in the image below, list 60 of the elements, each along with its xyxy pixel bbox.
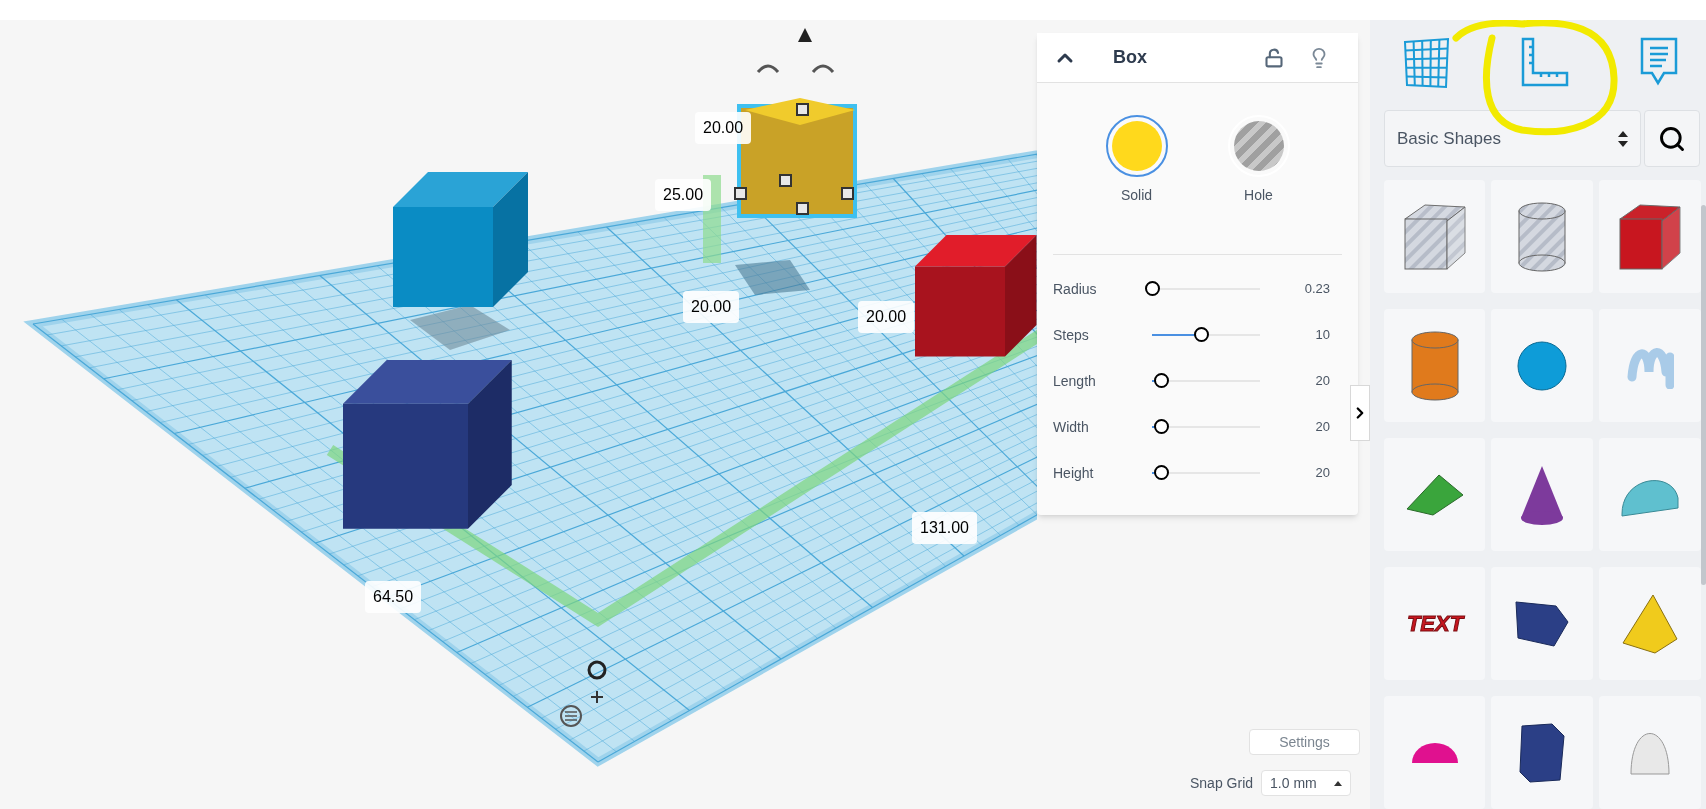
slider-value: 20 — [1314, 418, 1331, 437]
slider-label: Height — [1053, 463, 1095, 483]
snap-grid-label: Snap Grid — [1190, 773, 1254, 793]
shape-tile[interactable] — [1491, 696, 1593, 809]
dimension-label[interactable]: 20.00 — [695, 112, 752, 144]
search-icon — [1658, 124, 1686, 153]
slider-thumb[interactable] — [1153, 419, 1169, 434]
plus-icon[interactable] — [590, 690, 604, 704]
dimension-label[interactable]: 25.00 — [655, 179, 712, 211]
slider-label: Length — [1053, 371, 1097, 391]
shape-tile[interactable] — [1599, 180, 1701, 293]
scrollbar[interactable] — [1701, 205, 1706, 585]
shape-title: Box — [1113, 46, 1147, 69]
collapse-panel-tab[interactable] — [1350, 385, 1370, 441]
slider-value: 20 — [1314, 464, 1331, 483]
lock-button[interactable] — [1264, 47, 1284, 68]
shape-tile[interactable] — [1491, 567, 1593, 680]
dimension-label[interactable]: 64.50 — [365, 581, 422, 613]
dimension-label[interactable]: 20.00 — [858, 301, 915, 333]
slider-thumb[interactable] — [1153, 465, 1169, 480]
slider-label: Radius — [1053, 279, 1098, 299]
cube-drawing[interactable] — [915, 235, 1037, 357]
caret-up-icon — [1334, 780, 1343, 786]
shape-tile[interactable] — [1599, 567, 1701, 680]
shape-tile[interactable] — [1384, 696, 1485, 809]
slider-label: Width — [1053, 417, 1090, 437]
snap-grid-select[interactable]: 1.0 mm — [1261, 770, 1352, 796]
striped-circle-icon[interactable] — [560, 705, 582, 727]
shape-tile[interactable] — [1384, 438, 1485, 551]
cube-drawing[interactable] — [343, 360, 512, 529]
shape-tile[interactable] — [1384, 309, 1485, 422]
move-up-arrow-icon[interactable] — [798, 28, 812, 42]
shape-tile[interactable] — [1599, 438, 1701, 551]
settings-button[interactable]: Settings — [1249, 729, 1360, 755]
slider-thumb[interactable] — [1193, 327, 1209, 342]
shape-tile[interactable]: TEXT — [1384, 567, 1485, 680]
color-swatch-icon — [1111, 121, 1162, 171]
slider-value: 10 — [1314, 326, 1331, 345]
slider-thumb[interactable] — [1145, 281, 1160, 296]
slider-thumb[interactable] — [1153, 373, 1169, 388]
cube-drawing[interactable] — [393, 172, 528, 307]
slider-label: Steps — [1053, 325, 1090, 345]
slider-value: 20 — [1314, 372, 1331, 391]
shape-tile[interactable] — [1491, 309, 1593, 422]
shape-tile[interactable] — [1491, 438, 1593, 551]
text-shape-icon: TEXT — [1399, 610, 1470, 637]
shape-tile[interactable] — [1384, 180, 1485, 293]
search-button[interactable] — [1644, 110, 1700, 167]
origin-icon[interactable] — [587, 660, 607, 680]
dimension-label[interactable]: 20.00 — [683, 291, 740, 323]
category-select[interactable]: Basic Shapes — [1384, 110, 1641, 167]
shape-tile[interactable] — [1491, 180, 1593, 293]
dimension-label[interactable]: 131.00 — [912, 512, 977, 544]
shape-tile[interactable] — [1599, 696, 1701, 809]
slider-value: 0.23 — [1303, 280, 1331, 299]
ruler-icon[interactable] — [1519, 37, 1571, 89]
workplane-grid-icon[interactable] — [1402, 37, 1452, 89]
shape-tile[interactable] — [1599, 309, 1701, 422]
striped-swatch-icon — [1233, 121, 1284, 171]
sort-arrows-icon — [1618, 130, 1628, 147]
